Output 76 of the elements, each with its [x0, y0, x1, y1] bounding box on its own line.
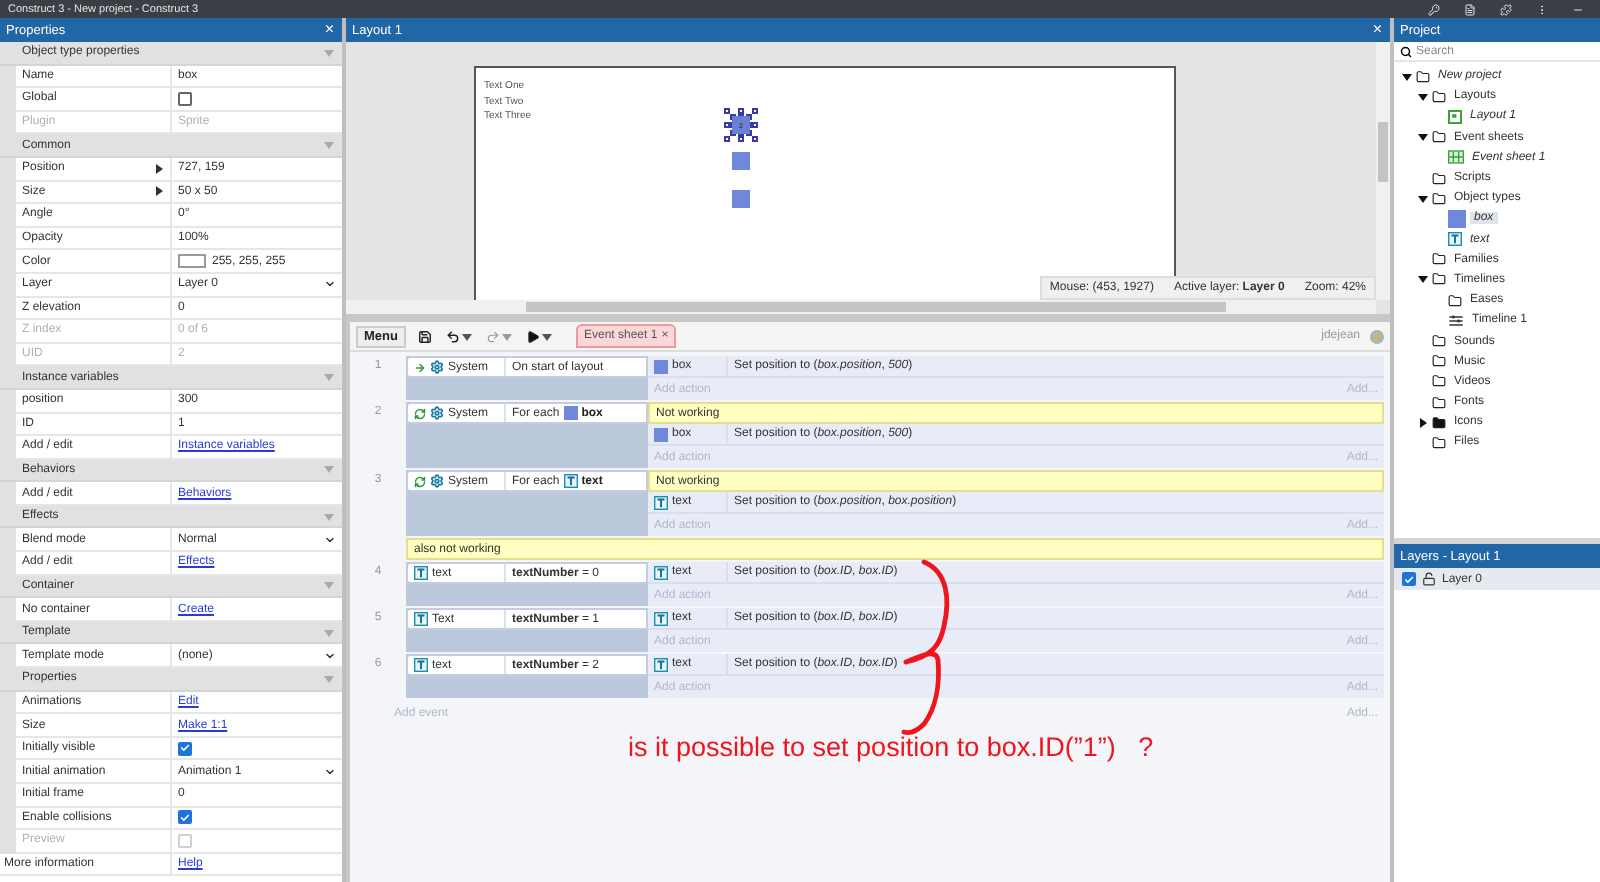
play-button[interactable]: [523, 329, 554, 343]
close-button[interactable]: ×: [1370, 22, 1384, 38]
undo-icon: [445, 329, 460, 343]
folder-icon: [1432, 374, 1446, 389]
sprite-icon: [654, 427, 668, 441]
checkbox[interactable]: [178, 741, 192, 756]
timeline-icon: [1448, 313, 1464, 328]
selection-handles-drawing[interactable]: [724, 108, 758, 142]
collapse-arrow-icon: [324, 580, 334, 591]
loop-icon: [414, 475, 426, 487]
caret-icon: [541, 331, 552, 341]
caret-icon: [501, 331, 512, 341]
chevron-down-icon: [324, 533, 336, 546]
text-object-icon: [1448, 232, 1462, 247]
layout-icon: [1448, 109, 1462, 124]
annotation-text: is it possible to set position to box.ID(”1”) ?: [628, 732, 1154, 762]
scrollbar-thumb[interactable]: [1378, 122, 1388, 182]
trigger-arrow-icon: [414, 361, 426, 373]
chevron-down-icon: [324, 278, 336, 291]
sprite-icon: [563, 406, 578, 420]
collapse-arrow-icon: [324, 464, 334, 475]
loop-icon: [414, 407, 426, 419]
gear-icon: [430, 406, 444, 420]
text-object-icon: [414, 566, 428, 580]
caret-icon: [461, 331, 472, 341]
folder-icon: [1432, 334, 1446, 349]
collapse-arrow-icon: [324, 140, 334, 151]
checkbox[interactable]: [178, 810, 192, 825]
chevron-down-icon: [324, 765, 336, 778]
redo-button[interactable]: [483, 329, 514, 343]
color-swatch[interactable]: [178, 254, 206, 269]
text-object-icon: [414, 612, 428, 626]
collapse-arrow-icon: [324, 673, 334, 684]
folder-icon: [1432, 89, 1446, 104]
document-icon[interactable]: [1464, 3, 1476, 15]
folder-icon: [1432, 191, 1446, 206]
folder-icon: [1432, 171, 1446, 186]
expand-arrow-icon[interactable]: [1417, 417, 1427, 428]
play-icon: [525, 329, 540, 343]
close-button[interactable]: ×: [322, 22, 336, 38]
sprite-icon: [1448, 209, 1466, 228]
undo-button[interactable]: [443, 329, 474, 343]
collapse-arrow-icon: [324, 47, 334, 58]
sprite-icon: [654, 359, 668, 373]
gear-icon: [430, 474, 444, 488]
folder-icon: [1432, 354, 1446, 369]
unlocked-icon[interactable]: [1422, 572, 1436, 586]
checkbox[interactable]: [1402, 572, 1416, 586]
search-icon: [1400, 45, 1412, 57]
checkbox[interactable]: [178, 91, 192, 106]
redo-icon: [485, 329, 500, 343]
text-object-icon: [654, 495, 668, 509]
folder-icon: [1448, 293, 1462, 308]
collapse-arrow-icon: [324, 372, 334, 383]
minimize-icon[interactable]: [1572, 3, 1584, 15]
folder-icon: [1432, 395, 1446, 410]
collapse-arrow-icon: [324, 511, 334, 522]
text-object-icon: [563, 474, 578, 488]
text-object-icon: [414, 658, 428, 672]
folder-icon: [1416, 69, 1430, 84]
save-button[interactable]: [415, 329, 434, 343]
folder-icon: [1432, 415, 1446, 430]
gear-icon: [430, 360, 444, 374]
save-icon: [417, 329, 432, 343]
scrollbar-thumb[interactable]: [526, 302, 1226, 312]
event-sheet-icon: [1448, 150, 1464, 165]
folder-icon: [1432, 130, 1446, 145]
expand-arrow-icon[interactable]: [154, 163, 164, 174]
collapse-arrow-icon: [324, 627, 334, 638]
folder-icon: [1432, 252, 1446, 267]
expand-arrow-icon[interactable]: [154, 186, 164, 197]
folder-icon: [1432, 272, 1446, 287]
puzzle-icon[interactable]: [1500, 3, 1512, 15]
folder-icon: [1432, 435, 1446, 450]
key-icon[interactable]: [1428, 3, 1440, 15]
chevron-down-icon: [324, 649, 336, 662]
